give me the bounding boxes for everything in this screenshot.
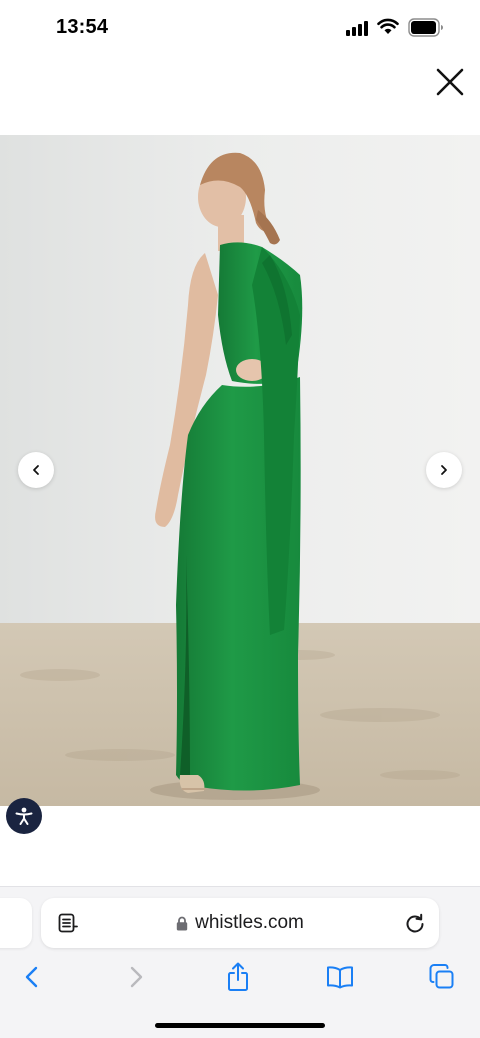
browser-toolbar <box>0 961 480 993</box>
tabs-button[interactable] <box>426 961 458 993</box>
close-icon <box>436 68 464 96</box>
battery-icon <box>408 18 443 37</box>
share-icon <box>228 962 248 991</box>
status-bar: 13:54 <box>0 0 480 56</box>
forward-icon <box>130 966 143 988</box>
cellular-signal-icon <box>346 20 370 36</box>
share-button[interactable] <box>222 961 254 993</box>
forward-button[interactable] <box>120 961 152 993</box>
address-bar[interactable]: whistles.com <box>41 898 439 948</box>
chevron-right-icon <box>441 465 447 475</box>
browser-chrome: whistles.com <box>0 886 480 1038</box>
previous-image-button[interactable] <box>18 452 54 488</box>
home-indicator <box>155 1023 325 1028</box>
lock-icon <box>176 916 188 930</box>
product-photo <box>0 135 480 806</box>
back-button[interactable] <box>16 961 48 993</box>
bookmarks-button[interactable] <box>324 961 356 993</box>
modal-header <box>0 56 480 135</box>
back-icon <box>25 966 38 988</box>
product-image <box>0 135 480 806</box>
url-group[interactable]: whistles.com <box>41 898 439 948</box>
accessibility-icon <box>15 807 33 825</box>
status-time: 13:54 <box>56 16 109 38</box>
wifi-icon <box>377 18 399 34</box>
next-image-button[interactable] <box>426 452 462 488</box>
reload-icon[interactable] <box>403 911 427 935</box>
url-text: whistles.com <box>195 912 304 933</box>
chevron-left-icon <box>33 465 39 475</box>
close-button[interactable] <box>432 64 468 100</box>
tabs-icon <box>429 964 454 989</box>
bookmarks-icon <box>327 966 353 989</box>
accessibility-button[interactable] <box>6 798 42 834</box>
previous-tab-preview[interactable] <box>0 898 32 948</box>
